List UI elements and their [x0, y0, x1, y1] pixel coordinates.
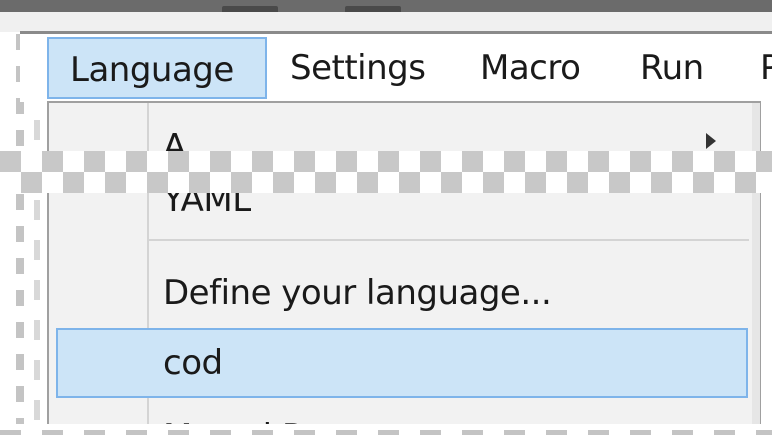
menu-plugins[interactable]: P: [760, 37, 772, 99]
language-item-yaml[interactable]: YAML: [163, 193, 251, 215]
toolbar-strip: [0, 12, 772, 32]
submenu-arrow-icon: [706, 133, 716, 149]
transparency-checker: [0, 151, 772, 172]
menu-language[interactable]: Language: [47, 37, 267, 99]
transparency-edge: [0, 430, 772, 435]
highlighted-menu-item[interactable]: [56, 328, 748, 398]
menu-run[interactable]: Run: [640, 37, 704, 99]
menu-separator: [149, 239, 749, 241]
language-item-cod[interactable]: cod: [163, 336, 223, 390]
transparency-checker: [0, 172, 772, 193]
menu-macro[interactable]: Macro: [480, 37, 581, 99]
screenshot-stage: Language Settings Macro Run P A YAML Def…: [0, 0, 772, 435]
define-your-language-item[interactable]: Define your language...: [163, 268, 552, 318]
menu-settings[interactable]: Settings: [290, 37, 426, 99]
